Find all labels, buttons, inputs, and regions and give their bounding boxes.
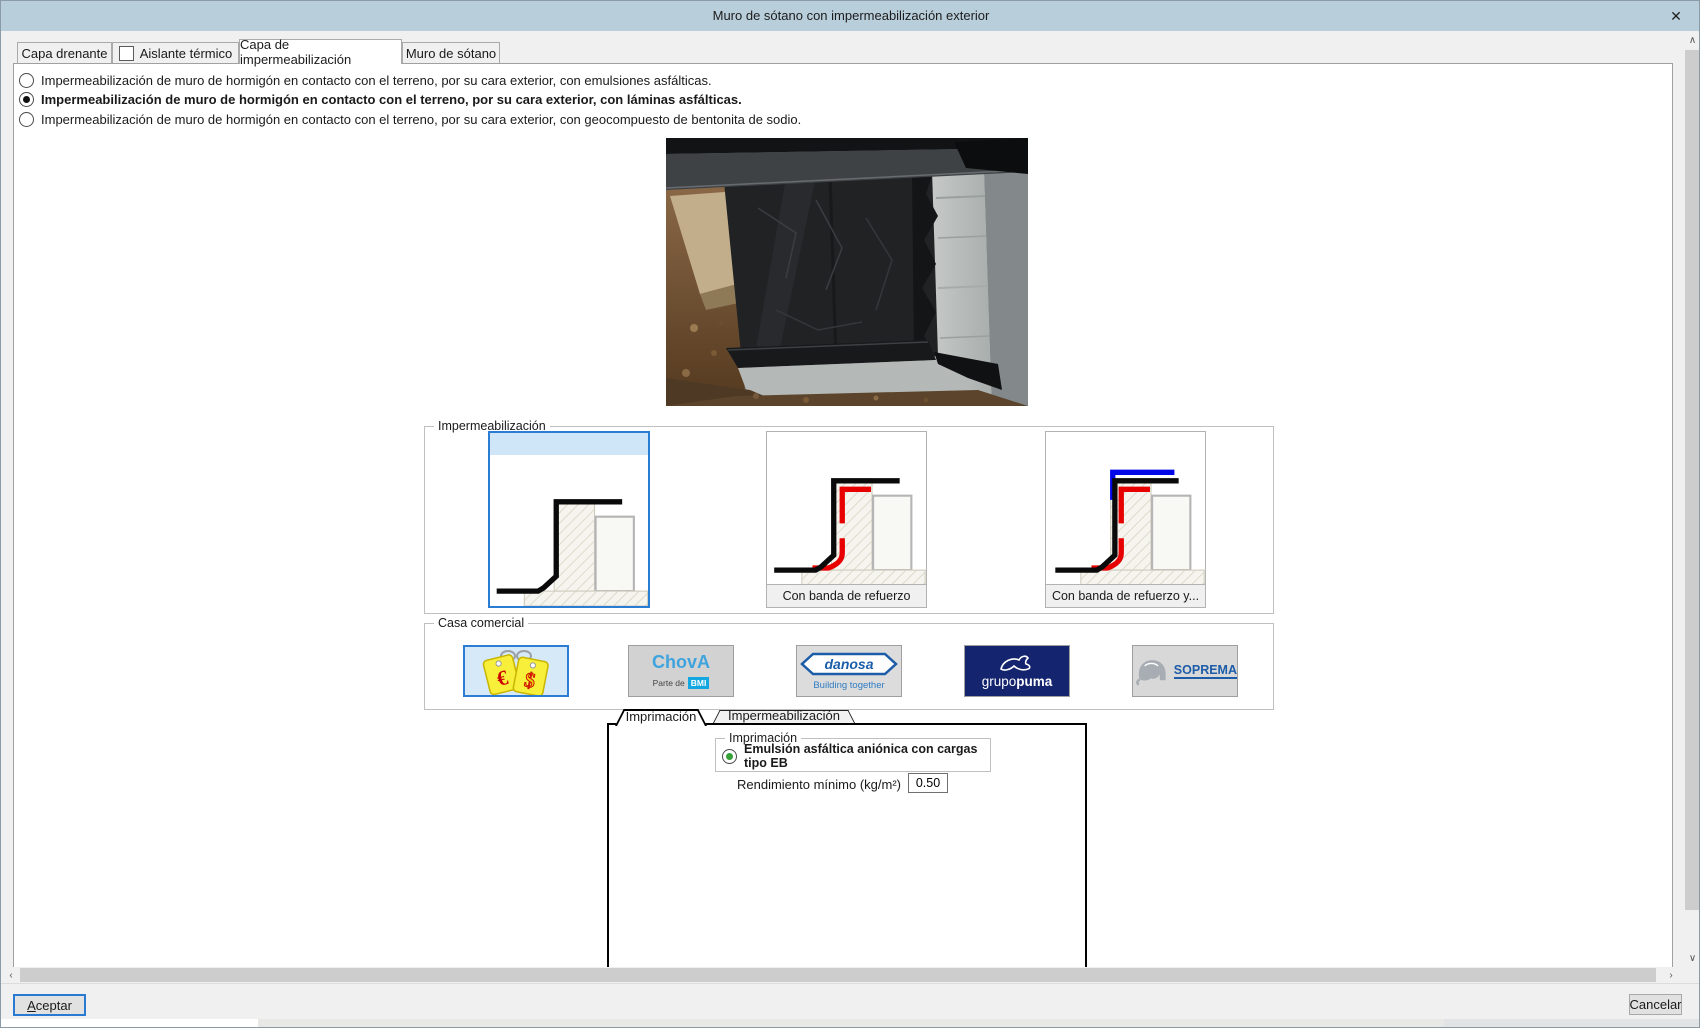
option-laminas-asfalticas[interactable]: Impermeabilización de muro de hormigón e… [19,91,742,107]
brand-grupopuma[interactable]: grupopuma [964,645,1070,697]
background-window-sliver [1,1019,258,1027]
close-icon[interactable]: ✕ [1661,1,1691,31]
accept-label: Aceptar [27,997,72,1013]
radio-icon-selected[interactable] [19,91,34,107]
tile-caption: Con banda de refuerzo y... [1046,584,1205,607]
radio-icon[interactable] [19,111,34,127]
dialog-muro-sotano: Muro de sótano con impermeabilización ex… [0,0,1700,1028]
vertical-scroll-thumb[interactable] [1685,50,1699,910]
scroll-down-icon[interactable]: ∨ [1684,950,1699,967]
svg-text:danosa: danosa [824,656,873,672]
tab-capa-drenante[interactable]: Capa drenante [17,42,112,63]
button-bar [1,983,1699,1019]
tab-label: Capa drenante [21,45,108,61]
tile-sin-banda[interactable] [488,431,650,608]
wall-3d-preview-image [665,138,1029,406]
bmi-logo: BMI [687,677,710,689]
tile-selection-band [490,433,648,455]
rendimiento-label: Rendimiento mínimo (kg/m²) [737,777,901,792]
brand-danosa[interactable]: danosa Building together [796,645,902,697]
option-emulsion-eb[interactable]: Emulsión asfáltica aniónica con cargas t… [722,742,990,770]
aislante-checkbox[interactable] [118,45,134,61]
tab-label: Aislante térmico [139,45,233,61]
subtab-label: Imprimación [625,709,697,724]
tile-caption: Con banda de refuerzo [767,584,926,607]
diagram-con-banda [774,478,926,585]
group-imprimacion: Imprimación Emulsión asfáltica aniónica … [715,731,991,772]
cancel-button[interactable]: Cancelar [1629,994,1682,1015]
tab-muro-sotano[interactable]: Muro de sótano [402,42,500,63]
radio-icon[interactable] [19,72,34,88]
tile-con-banda-refuerzo-y[interactable]: Con banda de refuerzo y... [1045,431,1206,608]
option-label: Emulsión asfáltica aniónica con cargas t… [744,742,978,770]
subtab-impermeabilizacion[interactable]: Impermeabilización [713,708,855,723]
dialog-title: Muro de sótano con impermeabilización ex… [712,8,990,23]
option-emulsiones-asfalticas[interactable]: Impermeabilización de muro de hormigón e… [19,72,712,88]
elephant-icon [1136,660,1166,686]
tile-con-banda-refuerzo[interactable]: Con banda de refuerzo [766,431,927,608]
price-tags-icon: € $ [482,650,549,695]
option-geocompuesto-bentonita[interactable]: Impermeabilización de muro de hormigón e… [19,111,801,127]
rendimiento-input[interactable] [908,773,948,793]
brand-soprema[interactable]: SOPREMA [1132,645,1238,697]
accept-button[interactable]: Aceptar [13,994,86,1016]
brand-chova[interactable]: ChovA Parte de BMI [628,645,734,697]
option-label: Impermeabilización de muro de hormigón e… [41,111,802,127]
diagram-sin-banda [496,499,648,606]
scroll-left-icon[interactable]: ‹ [3,967,19,983]
cancel-label: Cancelar [1629,997,1682,1012]
horizontal-scroll-thumb[interactable] [20,968,1656,982]
radio-icon-selected-green[interactable] [722,748,737,764]
chova-subtext: Parte de [652,678,685,688]
puma-icon [1000,655,1031,671]
scroll-up-icon[interactable]: ∧ [1684,32,1699,49]
danosa-banner-icon: danosa [800,652,898,676]
taskbar-sliver-right [1444,1019,1699,1027]
scroll-right-icon[interactable]: › [1663,967,1679,983]
danosa-subtext: Building together [813,680,885,691]
grupopuma-text-light: grupo [981,674,1017,689]
subtab-label: Impermeabilización [728,708,840,723]
tab-capa-impermeabilizacion[interactable]: Capa de impermeabilización [239,37,402,67]
diagram-con-banda-y [1055,469,1205,585]
option-label: Impermeabilización de muro de hormigón e… [41,72,712,88]
option-label: Impermeabilización de muro de hormigón e… [41,91,742,107]
tab-label: Muro de sótano [405,45,497,61]
tab-label: Capa de impermeabilización [240,37,352,67]
group-title: Casa comercial [434,616,529,630]
taskbar-sliver [258,1019,1444,1027]
soprema-logo-text: SOPREMA [1173,663,1237,679]
subtab-imprimacion[interactable]: Imprimación [615,709,707,726]
chova-logo-text: ChovA [652,652,710,672]
tab-aislante-termico[interactable]: Aislante térmico [112,42,239,63]
grupopuma-text-bold: puma [1016,674,1053,689]
brand-generic[interactable]: € $ [463,645,569,697]
